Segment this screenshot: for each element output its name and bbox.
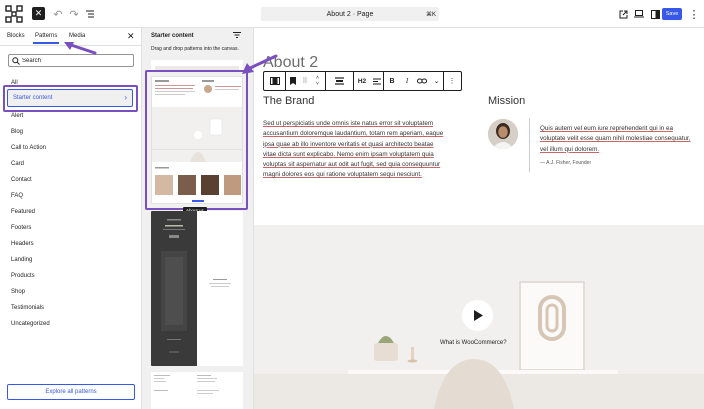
- avatar: [488, 119, 518, 149]
- annotation-arrow-icon: [242, 54, 278, 74]
- chevron-right-icon: ›: [124, 93, 127, 102]
- pattern-preview-about[interactable]: [151, 76, 243, 204]
- brand-text: Sed ut perspiciatis unde omnis iste natu…: [263, 120, 444, 179]
- link-icon[interactable]: [414, 72, 430, 90]
- mission-quote[interactable]: Quis autem vel eum iure reprehenderit qu…: [540, 124, 695, 155]
- move-up-down-icon[interactable]: ˄ ˅: [310, 72, 326, 90]
- align-icon[interactable]: [326, 72, 354, 90]
- pattern-preview[interactable]: [151, 372, 243, 409]
- quote-citation[interactable]: — A.J. Fisher, Founder: [540, 160, 591, 166]
- play-icon[interactable]: [462, 300, 493, 331]
- category-blog[interactable]: Blog: [11, 129, 23, 135]
- view-page-icon[interactable]: [615, 6, 631, 22]
- site-logo-icon[interactable]: [0, 0, 28, 28]
- category-uncategorized[interactable]: Uncategorized: [11, 321, 50, 327]
- video-caption: What is WooCommerce?: [440, 340, 507, 346]
- annotation-arrow-icon: [64, 42, 97, 55]
- close-inserter-icon[interactable]: ✕: [32, 7, 45, 20]
- category-label: Starter content: [13, 95, 53, 101]
- brand-paragraph[interactable]: Sed ut perspiciatis unde omnis iste natu…: [263, 119, 448, 181]
- patterns-hint: Drag and drop patterns into the canvas.: [151, 46, 239, 52]
- pattern-preview[interactable]: [151, 211, 243, 366]
- command-shortcut: ⌘K: [425, 11, 436, 18]
- category-headers[interactable]: Headers: [11, 241, 34, 247]
- category-faq[interactable]: FAQ: [11, 193, 23, 199]
- category-card[interactable]: Card: [11, 161, 24, 167]
- category-call-to-action[interactable]: Call to Action: [11, 145, 46, 151]
- bold-icon[interactable]: B: [384, 72, 400, 90]
- text-align-icon[interactable]: [370, 72, 384, 90]
- category-products[interactable]: Products: [11, 273, 35, 279]
- document-title-bar[interactable]: About 2 · Page ⌘K: [261, 7, 439, 21]
- italic-icon[interactable]: I: [400, 72, 414, 90]
- video-cover-block[interactable]: What is WooCommerce?: [254, 225, 704, 409]
- category-alert[interactable]: Alert: [11, 113, 23, 119]
- category-testimonials[interactable]: Testimonials: [11, 305, 44, 311]
- category-landing[interactable]: Landing: [11, 257, 32, 263]
- drag-handle-icon[interactable]: ⠿: [300, 72, 310, 90]
- highlight-outline: Starter content ›: [3, 85, 138, 112]
- search-icon: [12, 57, 20, 65]
- category-featured[interactable]: Featured: [11, 209, 35, 215]
- tab-media[interactable]: Media: [69, 33, 85, 39]
- tab-patterns[interactable]: Patterns: [32, 33, 60, 44]
- editor-top-bar: ✕ ↶ ↷ About 2 · Page ⌘K Save ⋮: [0, 0, 704, 28]
- category-starter-content[interactable]: Starter content ›: [7, 89, 133, 107]
- mission-heading[interactable]: Mission: [488, 95, 525, 107]
- document-overview-icon[interactable]: [82, 6, 98, 22]
- search-input[interactable]: [22, 55, 130, 66]
- category-contact[interactable]: Contact: [11, 177, 32, 183]
- category-footers[interactable]: Footers: [11, 225, 31, 231]
- undo-icon[interactable]: ↶: [50, 6, 66, 22]
- bookmark-icon[interactable]: [286, 72, 300, 90]
- save-button[interactable]: Save: [662, 8, 682, 20]
- block-inserter-panel: Blocks Patterns Media ✕ All Starter cont…: [0, 28, 142, 409]
- document-title: About 2 · Page: [326, 10, 374, 18]
- chevron-down-icon[interactable]: ⌄: [430, 72, 444, 90]
- editor-canvas: About 2 ⠿ ˄ ˅ H2 B I ⌄ ⋮ The Brand Sed ut…: [254, 28, 704, 409]
- pattern-preview[interactable]: [151, 60, 243, 70]
- quote-divider: [529, 118, 530, 172]
- brand-heading[interactable]: The Brand: [263, 95, 314, 107]
- redo-icon[interactable]: ↷: [66, 6, 82, 22]
- heading-level-button[interactable]: H2: [354, 72, 370, 90]
- tab-blocks[interactable]: Blocks: [7, 33, 25, 39]
- patterns-panel-title: Starter content: [151, 33, 194, 39]
- category-shop[interactable]: Shop: [11, 289, 25, 295]
- device-preview-icon[interactable]: [631, 6, 647, 22]
- patterns-preview-panel: Starter content Drag and drop patterns i…: [142, 28, 254, 409]
- explore-all-patterns-button[interactable]: Explore all patterns: [7, 384, 135, 400]
- filter-icon[interactable]: [233, 31, 241, 41]
- more-options-icon[interactable]: ⋮: [444, 72, 460, 90]
- settings-sidebar-icon[interactable]: [647, 6, 663, 22]
- close-icon[interactable]: ✕: [127, 31, 135, 42]
- more-options-icon[interactable]: ⋮: [686, 6, 702, 22]
- block-toolbar: ⠿ ˄ ˅ H2 B I ⌄ ⋮: [263, 71, 462, 91]
